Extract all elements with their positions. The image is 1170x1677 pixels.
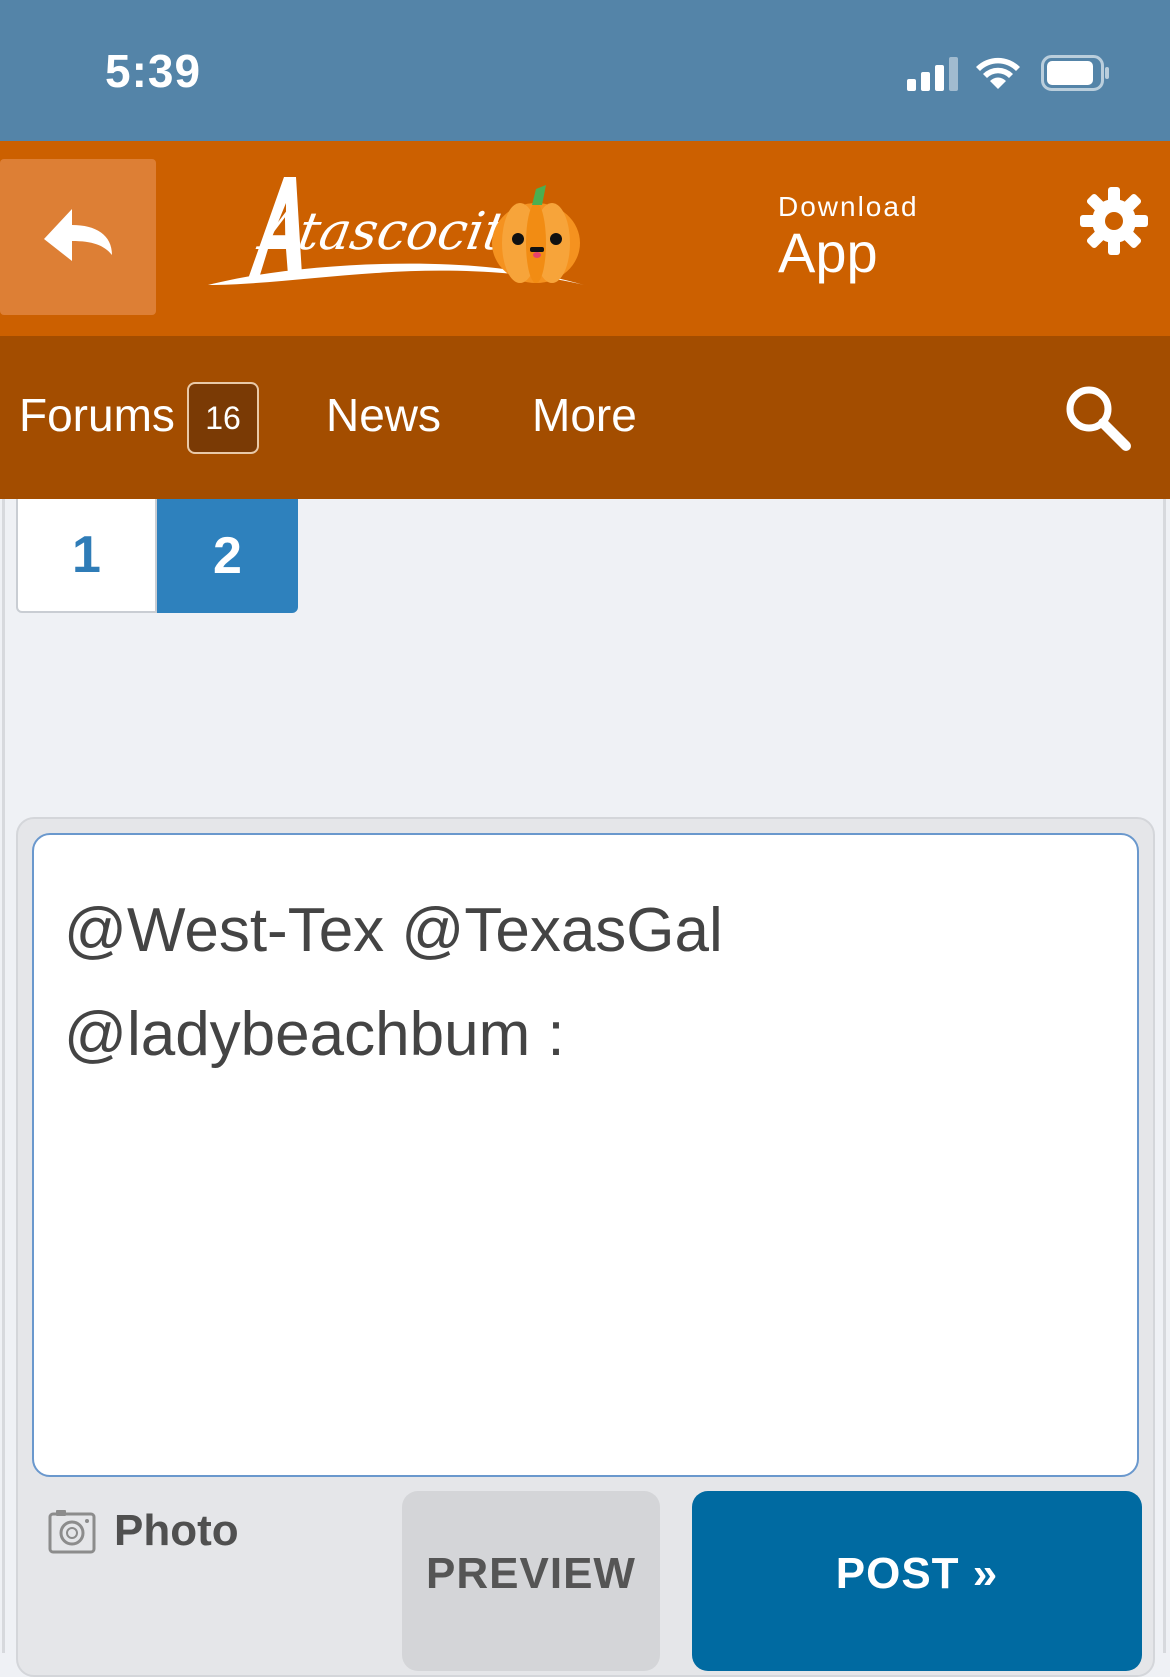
site-header: Atascocita Download App — [0, 141, 1170, 336]
status-bar: 5:39 — [0, 0, 1170, 141]
back-arrow-icon — [44, 209, 112, 261]
back-button[interactable] — [0, 159, 156, 315]
content-border-right — [1163, 499, 1166, 1653]
cellular-signal-icon — [907, 57, 958, 91]
nav-item-news[interactable]: News — [326, 388, 441, 442]
post-button[interactable]: POST » — [692, 1491, 1142, 1671]
app-label: App — [778, 221, 878, 284]
pagination: 1 2 — [16, 499, 298, 613]
battery-icon — [1041, 55, 1109, 91]
forums-badge[interactable]: 16 — [187, 382, 259, 454]
search-icon[interactable] — [1062, 382, 1132, 452]
photo-button[interactable]: Photo — [48, 1506, 239, 1556]
site-logo[interactable]: Atascocita — [206, 167, 586, 297]
gear-icon[interactable] — [1078, 185, 1150, 257]
reply-composer: @West-Tex @TexasGal @ladybeachbum : Phot… — [16, 817, 1155, 1677]
nav-item-forums[interactable]: Forums — [19, 388, 175, 442]
main-nav: Forums 16 News More — [0, 336, 1170, 499]
page-1-button[interactable]: 1 — [16, 499, 157, 613]
nav-item-more[interactable]: More — [532, 388, 637, 442]
reply-text-line-2: @ladybeachbum : — [64, 1000, 565, 1069]
wifi-icon — [976, 57, 1020, 89]
reply-text-line-1: @West-Tex @TexasGal — [64, 896, 723, 965]
download-app-link[interactable]: Download App — [778, 191, 919, 281]
preview-button[interactable]: PREVIEW — [402, 1491, 660, 1671]
status-time: 5:39 — [105, 45, 202, 97]
content-border-left — [2, 499, 5, 1653]
page-2-button[interactable]: 2 — [157, 499, 298, 613]
reply-textarea[interactable]: @West-Tex @TexasGal @ladybeachbum : — [32, 833, 1139, 1477]
download-label: Download — [778, 191, 919, 222]
pumpkin-icon — [492, 185, 580, 283]
camera-icon — [48, 1510, 96, 1554]
photo-label: Photo — [114, 1506, 239, 1555]
